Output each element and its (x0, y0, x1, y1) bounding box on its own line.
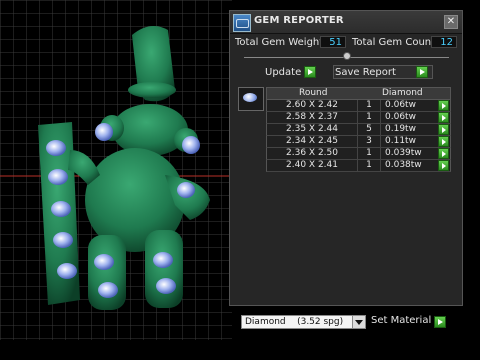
close-button[interactable]: ✕ (444, 15, 458, 29)
row-size: 2.35 X 2.44 (267, 124, 358, 135)
chevron-down-icon[interactable] (352, 316, 365, 328)
viewport-canvas (0, 0, 232, 340)
row-count: 5 (358, 124, 381, 135)
table-row[interactable]: 2.40 X 2.41 1 0.038tw (266, 160, 451, 172)
row-count: 1 (358, 148, 381, 159)
set-material-button[interactable] (434, 316, 446, 328)
save-report-button[interactable] (416, 66, 428, 78)
row-go-button[interactable] (438, 136, 449, 147)
row-weight: 0.11tw (385, 136, 416, 146)
row-go-button[interactable] (438, 148, 449, 159)
gem-reporter-icon (233, 14, 251, 32)
total-gem-count-value: 12 (431, 36, 457, 48)
material-select[interactable]: Diamond (3.52 spg) (241, 315, 366, 329)
row-go-button[interactable] (438, 100, 449, 111)
save-report-label: Save Report (335, 67, 396, 78)
table-header: Round Diamond (266, 87, 451, 100)
row-count: 1 (358, 100, 381, 111)
gem-thumbnail-icon[interactable] (238, 87, 264, 111)
row-count: 3 (358, 136, 381, 147)
update-button[interactable] (304, 66, 316, 78)
table-row[interactable]: 2.60 X 2.42 1 0.06tw (266, 100, 451, 112)
row-weight: 0.19tw (385, 124, 416, 134)
gem-table: Round Diamond 2.60 X 2.42 1 0.06tw 2.58 … (266, 87, 451, 172)
panel-titlebar[interactable]: GEM REPORTER ✕ (230, 11, 462, 34)
row-size: 2.34 X 2.45 (267, 136, 358, 147)
table-row[interactable]: 2.36 X 2.50 1 0.039tw (266, 148, 451, 160)
total-gem-weight-label: Total Gem Weight (235, 37, 324, 48)
row-size: 2.40 X 2.41 (267, 160, 358, 171)
row-go-button[interactable] (438, 160, 449, 171)
panel-title: GEM REPORTER (254, 15, 344, 26)
row-count: 1 (358, 112, 381, 123)
row-weight: 0.06tw (385, 100, 416, 110)
row-go-button[interactable] (438, 124, 449, 135)
update-label: Update (265, 67, 302, 78)
row-weight: 0.039tw (385, 148, 422, 158)
row-weight: 0.06tw (385, 112, 416, 122)
row-go-button[interactable] (438, 112, 449, 123)
total-gem-weight-value: 51 (320, 36, 346, 48)
row-count: 1 (358, 160, 381, 171)
material-select-value: Diamond (3.52 spg) (245, 317, 344, 327)
row-size: 2.58 X 2.37 (267, 112, 358, 123)
row-weight: 0.038tw (385, 160, 422, 170)
row-size: 2.60 X 2.42 (267, 100, 358, 111)
total-gem-count-label: Total Gem Count (352, 37, 436, 48)
slider-thumb[interactable] (343, 52, 351, 60)
3d-viewport[interactable] (0, 0, 232, 340)
gem-reporter-panel: GEM REPORTER ✕ Total Gem Weight 51 Total… (229, 10, 463, 329)
table-row[interactable]: 2.34 X 2.45 3 0.11tw (266, 136, 451, 148)
table-row[interactable]: 2.58 X 2.37 1 0.06tw (266, 112, 451, 124)
header-round: Round (299, 88, 328, 98)
set-material-label: Set Material (371, 315, 432, 326)
header-diamond: Diamond (382, 88, 423, 98)
row-size: 2.36 X 2.50 (267, 148, 358, 159)
table-row[interactable]: 2.35 X 2.44 5 0.19tw (266, 124, 451, 136)
